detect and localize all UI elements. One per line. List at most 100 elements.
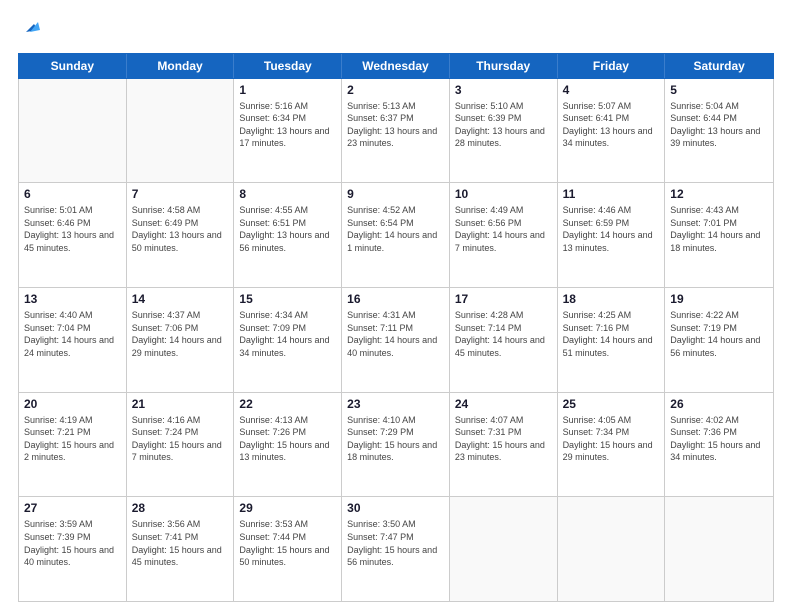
cell-info: Sunrise: 4:02 AM Sunset: 7:36 PM Dayligh… [670, 414, 768, 464]
day-number: 30 [347, 501, 444, 515]
logo-icon [20, 16, 42, 43]
calendar-cell: 9 Sunrise: 4:52 AM Sunset: 6:54 PM Daylig… [342, 183, 450, 287]
calendar-cell: 5 Sunrise: 5:04 AM Sunset: 6:44 PM Daylig… [665, 79, 773, 183]
calendar-day-header: Saturday [665, 54, 773, 78]
day-number: 11 [563, 187, 660, 201]
day-number: 5 [670, 83, 768, 97]
calendar-cell: 26 Sunrise: 4:02 AM Sunset: 7:36 PM Dayli… [665, 393, 773, 497]
calendar-day-header: Wednesday [342, 54, 450, 78]
day-number: 3 [455, 83, 552, 97]
day-number: 17 [455, 292, 552, 306]
day-number: 10 [455, 187, 552, 201]
day-number: 25 [563, 397, 660, 411]
day-number: 4 [563, 83, 660, 97]
day-number: 1 [239, 83, 336, 97]
calendar-cell: 6 Sunrise: 5:01 AM Sunset: 6:46 PM Daylig… [19, 183, 127, 287]
calendar-cell: 18 Sunrise: 4:25 AM Sunset: 7:16 PM Dayli… [558, 288, 666, 392]
cell-info: Sunrise: 4:19 AM Sunset: 7:21 PM Dayligh… [24, 414, 121, 464]
calendar-cell: 3 Sunrise: 5:10 AM Sunset: 6:39 PM Daylig… [450, 79, 558, 183]
day-number: 20 [24, 397, 121, 411]
day-number: 9 [347, 187, 444, 201]
calendar-cell: 27 Sunrise: 3:59 AM Sunset: 7:39 PM Dayli… [19, 497, 127, 601]
cell-info: Sunrise: 4:43 AM Sunset: 7:01 PM Dayligh… [670, 204, 768, 254]
day-number: 7 [132, 187, 229, 201]
logo [18, 16, 42, 43]
cell-info: Sunrise: 4:16 AM Sunset: 7:24 PM Dayligh… [132, 414, 229, 464]
calendar-cell: 23 Sunrise: 4:10 AM Sunset: 7:29 PM Dayli… [342, 393, 450, 497]
cell-info: Sunrise: 4:31 AM Sunset: 7:11 PM Dayligh… [347, 309, 444, 359]
day-number: 14 [132, 292, 229, 306]
calendar-week: 27 Sunrise: 3:59 AM Sunset: 7:39 PM Dayli… [19, 497, 773, 601]
day-number: 23 [347, 397, 444, 411]
day-number: 28 [132, 501, 229, 515]
calendar-cell [558, 497, 666, 601]
page: SundayMondayTuesdayWednesdayThursdayFrid… [0, 0, 792, 612]
cell-info: Sunrise: 5:16 AM Sunset: 6:34 PM Dayligh… [239, 100, 336, 150]
cell-info: Sunrise: 5:07 AM Sunset: 6:41 PM Dayligh… [563, 100, 660, 150]
calendar-cell: 4 Sunrise: 5:07 AM Sunset: 6:41 PM Daylig… [558, 79, 666, 183]
cell-info: Sunrise: 3:50 AM Sunset: 7:47 PM Dayligh… [347, 518, 444, 568]
calendar-cell: 25 Sunrise: 4:05 AM Sunset: 7:34 PM Dayli… [558, 393, 666, 497]
calendar-cell [127, 79, 235, 183]
calendar-cell: 16 Sunrise: 4:31 AM Sunset: 7:11 PM Dayli… [342, 288, 450, 392]
cell-info: Sunrise: 4:28 AM Sunset: 7:14 PM Dayligh… [455, 309, 552, 359]
calendar-week: 20 Sunrise: 4:19 AM Sunset: 7:21 PM Dayli… [19, 393, 773, 498]
header [18, 16, 774, 43]
cell-info: Sunrise: 5:10 AM Sunset: 6:39 PM Dayligh… [455, 100, 552, 150]
calendar-day-header: Tuesday [234, 54, 342, 78]
day-number: 22 [239, 397, 336, 411]
calendar-day-header: Monday [127, 54, 235, 78]
calendar-cell: 14Sunrise: 4:37 AM Sunset: 7:06 PM Dayli… [127, 288, 235, 392]
day-number: 19 [670, 292, 768, 306]
cell-info: Sunrise: 4:40 AM Sunset: 7:04 PM Dayligh… [24, 309, 121, 359]
cell-info: Sunrise: 5:01 AM Sunset: 6:46 PM Dayligh… [24, 204, 121, 254]
day-number: 2 [347, 83, 444, 97]
calendar-cell: 1 Sunrise: 5:16 AM Sunset: 6:34 PM Daylig… [234, 79, 342, 183]
cell-info: Sunrise: 4:10 AM Sunset: 7:29 PM Dayligh… [347, 414, 444, 464]
cell-info: Sunrise: 4:52 AM Sunset: 6:54 PM Dayligh… [347, 204, 444, 254]
cell-info: Sunrise: 5:04 AM Sunset: 6:44 PM Dayligh… [670, 100, 768, 150]
day-number: 6 [24, 187, 121, 201]
day-number: 26 [670, 397, 768, 411]
day-number: 16 [347, 292, 444, 306]
calendar-cell: 11Sunrise: 4:46 AM Sunset: 6:59 PM Dayli… [558, 183, 666, 287]
calendar-cell: 22 Sunrise: 4:13 AM Sunset: 7:26 PM Dayli… [234, 393, 342, 497]
calendar-cell: 20 Sunrise: 4:19 AM Sunset: 7:21 PM Dayli… [19, 393, 127, 497]
calendar-cell: 29 Sunrise: 3:53 AM Sunset: 7:44 PM Dayli… [234, 497, 342, 601]
calendar-cell [450, 497, 558, 601]
cell-info: Sunrise: 5:13 AM Sunset: 6:37 PM Dayligh… [347, 100, 444, 150]
day-number: 21 [132, 397, 229, 411]
cell-info: Sunrise: 3:53 AM Sunset: 7:44 PM Dayligh… [239, 518, 336, 568]
calendar-day-header: Friday [558, 54, 666, 78]
calendar-cell [19, 79, 127, 183]
cell-info: Sunrise: 4:34 AM Sunset: 7:09 PM Dayligh… [239, 309, 336, 359]
day-number: 27 [24, 501, 121, 515]
calendar-cell: 28Sunrise: 3:56 AM Sunset: 7:41 PM Dayli… [127, 497, 235, 601]
calendar-day-header: Thursday [450, 54, 558, 78]
calendar-cell: 8Sunrise: 4:55 AM Sunset: 6:51 PM Daylig… [234, 183, 342, 287]
day-number: 12 [670, 187, 768, 201]
cell-info: Sunrise: 4:13 AM Sunset: 7:26 PM Dayligh… [239, 414, 336, 464]
calendar-cell: 13 Sunrise: 4:40 AM Sunset: 7:04 PM Dayli… [19, 288, 127, 392]
calendar-cell: 15 Sunrise: 4:34 AM Sunset: 7:09 PM Dayli… [234, 288, 342, 392]
calendar-cell: 12 Sunrise: 4:43 AM Sunset: 7:01 PM Dayli… [665, 183, 773, 287]
calendar: SundayMondayTuesdayWednesdayThursdayFrid… [18, 53, 774, 602]
day-number: 24 [455, 397, 552, 411]
calendar-week: 1 Sunrise: 5:16 AM Sunset: 6:34 PM Daylig… [19, 79, 773, 184]
calendar-cell: 10Sunrise: 4:49 AM Sunset: 6:56 PM Dayli… [450, 183, 558, 287]
day-number: 13 [24, 292, 121, 306]
cell-info: Sunrise: 4:22 AM Sunset: 7:19 PM Dayligh… [670, 309, 768, 359]
calendar-cell: 17 Sunrise: 4:28 AM Sunset: 7:14 PM Dayli… [450, 288, 558, 392]
cell-info: Sunrise: 4:25 AM Sunset: 7:16 PM Dayligh… [563, 309, 660, 359]
cell-info: Sunrise: 4:05 AM Sunset: 7:34 PM Dayligh… [563, 414, 660, 464]
cell-info: Sunrise: 3:59 AM Sunset: 7:39 PM Dayligh… [24, 518, 121, 568]
calendar-cell: 21 Sunrise: 4:16 AM Sunset: 7:24 PM Dayli… [127, 393, 235, 497]
day-number: 15 [239, 292, 336, 306]
calendar-week: 13 Sunrise: 4:40 AM Sunset: 7:04 PM Dayli… [19, 288, 773, 393]
calendar-body: 1 Sunrise: 5:16 AM Sunset: 6:34 PM Daylig… [18, 79, 774, 602]
cell-info: Sunrise: 4:07 AM Sunset: 7:31 PM Dayligh… [455, 414, 552, 464]
calendar-cell: 19 Sunrise: 4:22 AM Sunset: 7:19 PM Dayli… [665, 288, 773, 392]
day-number: 29 [239, 501, 336, 515]
calendar-header: SundayMondayTuesdayWednesdayThursdayFrid… [18, 53, 774, 79]
day-number: 18 [563, 292, 660, 306]
